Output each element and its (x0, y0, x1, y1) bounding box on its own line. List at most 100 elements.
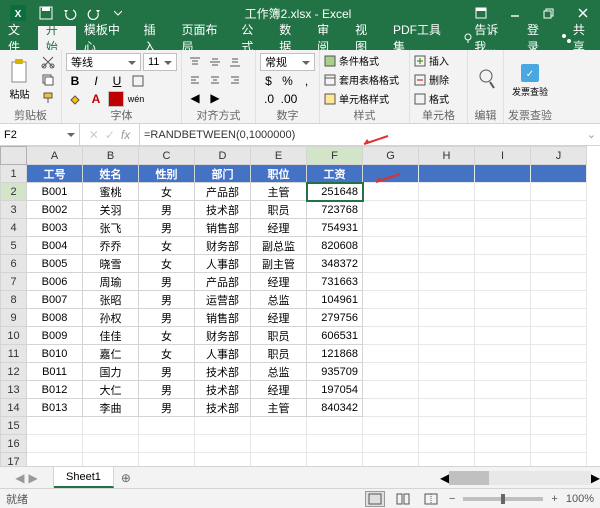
pinyin-button[interactable]: wén (127, 91, 145, 107)
cell[interactable] (419, 435, 475, 453)
cell[interactable]: 820608 (307, 237, 363, 255)
cell[interactable]: 935709 (307, 363, 363, 381)
cell[interactable] (363, 237, 419, 255)
row-header[interactable]: 1 (1, 165, 27, 183)
cell[interactable]: 职位 (251, 165, 307, 183)
view-layout-icon[interactable] (393, 491, 413, 507)
cell[interactable]: 197054 (307, 381, 363, 399)
cell[interactable]: 技术部 (195, 201, 251, 219)
cell[interactable]: 人事部 (195, 345, 251, 363)
cell[interactable] (363, 291, 419, 309)
cell[interactable]: 佳佳 (83, 327, 139, 345)
cell[interactable] (419, 453, 475, 467)
cell[interactable] (419, 255, 475, 273)
cell[interactable]: B002 (27, 201, 83, 219)
cell[interactable] (363, 327, 419, 345)
col-header[interactable]: G (363, 147, 419, 165)
cell[interactable]: 男 (139, 291, 195, 309)
col-header[interactable]: I (475, 147, 531, 165)
cell[interactable] (195, 417, 251, 435)
cell[interactable] (475, 237, 531, 255)
currency-icon[interactable]: $ (260, 73, 277, 89)
cell-style-button[interactable]: 单元格样式 (324, 91, 399, 106)
cell[interactable]: B009 (27, 327, 83, 345)
cell[interactable] (419, 327, 475, 345)
cell[interactable] (475, 399, 531, 417)
col-header[interactable]: B (83, 147, 139, 165)
cell[interactable] (475, 309, 531, 327)
cell[interactable] (475, 327, 531, 345)
row-header[interactable]: 13 (1, 381, 27, 399)
cell[interactable] (531, 183, 587, 201)
cell[interactable] (83, 453, 139, 467)
cell[interactable]: 国力 (83, 363, 139, 381)
cell[interactable]: 731663 (307, 273, 363, 291)
cell[interactable]: 职员 (251, 201, 307, 219)
cell[interactable]: B010 (27, 345, 83, 363)
indent-dec-icon[interactable]: ◀ (186, 90, 204, 106)
cell[interactable] (475, 165, 531, 183)
cancel-formula-icon[interactable]: ✕ (89, 128, 99, 142)
cell[interactable]: 女 (139, 183, 195, 201)
editing-button[interactable] (472, 66, 500, 94)
cell[interactable]: 女 (139, 345, 195, 363)
cell[interactable] (531, 435, 587, 453)
font-color-swatch[interactable] (108, 91, 124, 107)
cell[interactable]: B012 (27, 381, 83, 399)
sheet-tab-active[interactable]: Sheet1 (54, 467, 114, 488)
cell[interactable]: 121868 (307, 345, 363, 363)
cell[interactable]: 技术部 (195, 363, 251, 381)
cell[interactable]: 技术部 (195, 399, 251, 417)
underline-button[interactable]: U (108, 73, 126, 89)
cell[interactable]: 经理 (251, 309, 307, 327)
cell[interactable] (475, 453, 531, 467)
cell[interactable]: 女 (139, 237, 195, 255)
comma-icon[interactable]: , (298, 73, 315, 89)
row-header[interactable]: 6 (1, 255, 27, 273)
align-right-icon[interactable] (226, 72, 244, 88)
row-header[interactable]: 16 (1, 435, 27, 453)
cell[interactable] (419, 183, 475, 201)
cell[interactable]: 部门 (195, 165, 251, 183)
cell[interactable]: 经理 (251, 381, 307, 399)
cell[interactable] (363, 309, 419, 327)
bold-button[interactable]: B (66, 73, 84, 89)
align-middle-icon[interactable] (206, 54, 224, 70)
cell[interactable]: 张飞 (83, 219, 139, 237)
row-header[interactable]: 15 (1, 417, 27, 435)
cut-icon[interactable] (39, 54, 57, 70)
cell[interactable]: 251648 (307, 183, 363, 201)
cell[interactable]: 男 (139, 399, 195, 417)
cell[interactable] (531, 453, 587, 467)
cell[interactable]: 李曲 (83, 399, 139, 417)
qat-undo-icon[interactable] (60, 3, 80, 23)
cell[interactable]: B013 (27, 399, 83, 417)
cell[interactable]: 女 (139, 255, 195, 273)
cell[interactable] (475, 291, 531, 309)
tab-formulas[interactable]: 公式 (233, 26, 271, 50)
qat-customize-icon[interactable] (108, 3, 128, 23)
cell[interactable]: 男 (139, 273, 195, 291)
cell[interactable] (419, 201, 475, 219)
cell[interactable]: 348372 (307, 255, 363, 273)
cell[interactable]: 姓名 (83, 165, 139, 183)
cell[interactable]: 副总监 (251, 237, 307, 255)
delete-cells-button[interactable]: 删除 (414, 72, 449, 87)
cell[interactable]: 男 (139, 363, 195, 381)
cell[interactable]: 大仁 (83, 381, 139, 399)
zoom-out-button[interactable]: − (449, 493, 455, 505)
cell[interactable]: 男 (139, 309, 195, 327)
cell[interactable]: B001 (27, 183, 83, 201)
tab-home[interactable]: 开始 (38, 26, 76, 50)
cell[interactable] (83, 435, 139, 453)
row-header[interactable]: 11 (1, 345, 27, 363)
view-normal-icon[interactable] (365, 491, 385, 507)
row-header[interactable]: 7 (1, 273, 27, 291)
font-size-combo[interactable]: 11 (143, 53, 177, 71)
align-left-icon[interactable] (186, 72, 204, 88)
tab-pdf[interactable]: PDF工具集 (385, 26, 456, 50)
cell[interactable] (475, 255, 531, 273)
cell[interactable] (531, 273, 587, 291)
cell[interactable] (419, 291, 475, 309)
paste-button[interactable]: 粘贴 (4, 56, 35, 103)
